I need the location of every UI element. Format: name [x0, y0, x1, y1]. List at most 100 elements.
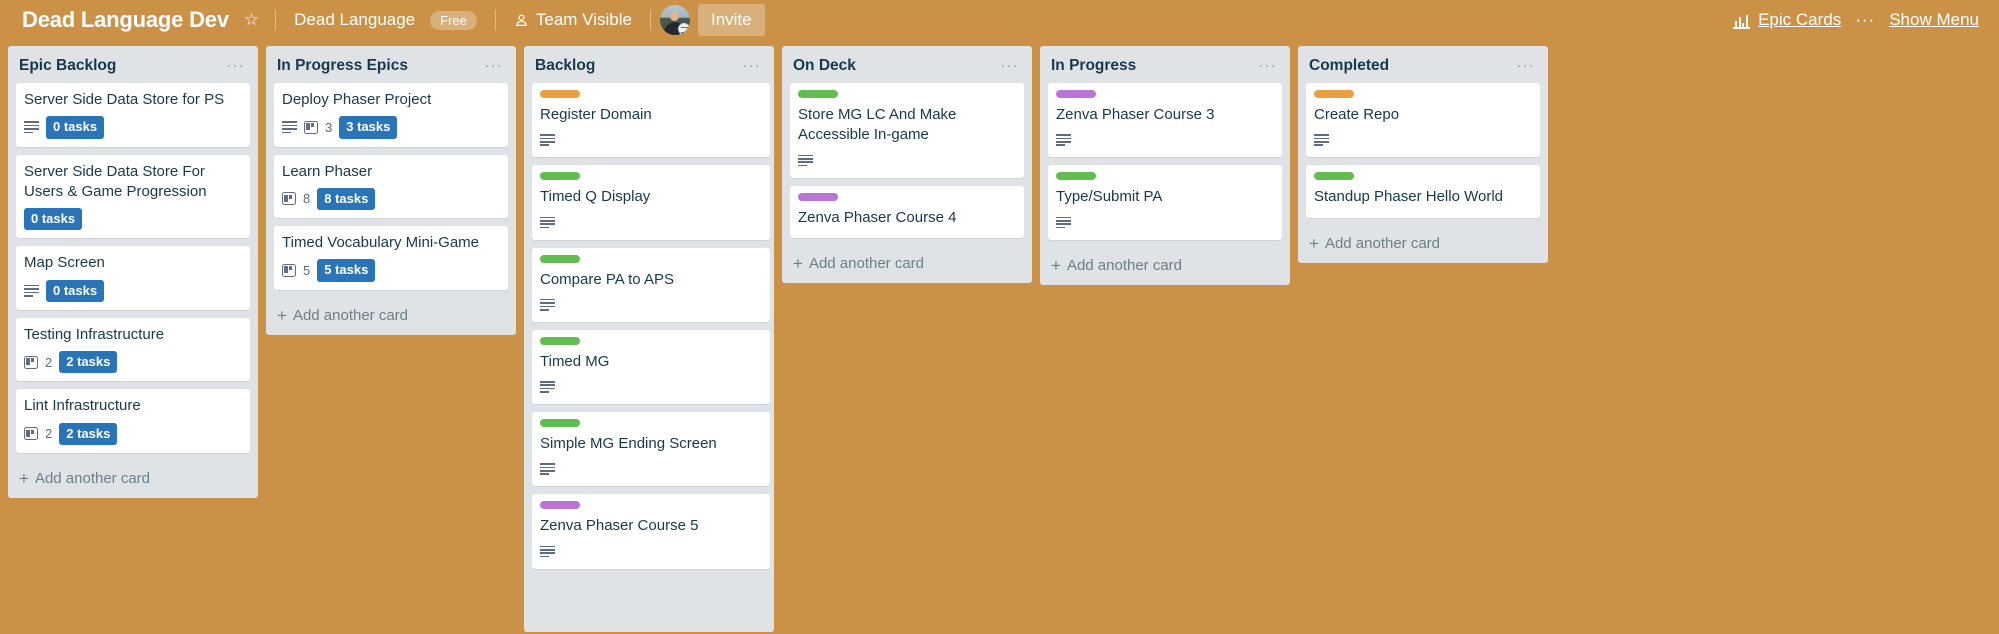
list-epic-backlog: Epic Backlog ··· Server Side Data Store fo…: [8, 46, 258, 499]
board-attachment-icon: [282, 264, 296, 278]
card-badges: [798, 152, 1016, 170]
card[interactable]: Register Domain: [532, 83, 770, 158]
avatar-head: [669, 12, 679, 21]
list-header: In Progress ···: [1040, 46, 1290, 83]
tasks-badge[interactable]: 0 tasks: [46, 279, 105, 302]
list-menu-icon[interactable]: ···: [222, 58, 249, 73]
tasks-badge[interactable]: 0 tasks: [24, 208, 83, 231]
list-menu-icon[interactable]: ···: [1512, 58, 1539, 73]
card-title: Testing Infrastructure: [24, 325, 165, 343]
list-title[interactable]: On Deck: [793, 57, 856, 74]
add-another-card-button[interactable]: + Add another card: [8, 461, 258, 498]
description-icon: [1056, 134, 1071, 147]
invite-button[interactable]: Invite: [697, 4, 765, 36]
plus-icon: +: [19, 469, 29, 489]
board-header: Dead Language Dev ☆ Dead Language Free T…: [0, 0, 1999, 40]
card-title: Simple MG Ending Screen: [540, 435, 717, 453]
card-label-green[interactable]: [540, 254, 580, 263]
add-another-card-button[interactable]: + Add another card: [1298, 226, 1548, 263]
board-title[interactable]: Dead Language Dev: [14, 3, 237, 37]
description-icon: [282, 121, 297, 134]
board-header-left: Dead Language Dev ☆ Dead Language Free T…: [14, 3, 1729, 37]
list-menu-icon[interactable]: ···: [480, 58, 507, 73]
member-avatar[interactable]: [659, 5, 690, 35]
epic-cards-button[interactable]: Epic Cards: [1729, 6, 1847, 34]
card[interactable]: Type/Submit PA: [1048, 165, 1282, 240]
card[interactable]: Learn Phaser 8 8 tasks: [274, 154, 508, 219]
card-badges: 2 2 tasks: [24, 422, 242, 446]
card-label-purple[interactable]: [798, 192, 838, 201]
card-label-green[interactable]: [540, 336, 580, 345]
tasks-badge[interactable]: 8 tasks: [317, 187, 376, 211]
tasks-badge[interactable]: 0 tasks: [46, 116, 105, 139]
card[interactable]: Zenva Phaser Course 4: [790, 185, 1024, 238]
board-attachment-count: 2: [45, 354, 53, 370]
description-icon: [540, 298, 555, 311]
list-header: Backlog ···: [524, 46, 774, 83]
card-label-green[interactable]: [540, 172, 580, 181]
add-another-card-label: Add another card: [1066, 256, 1183, 274]
card[interactable]: Compare PA to APS: [532, 247, 770, 322]
card-title: Zenva Phaser Course 4: [798, 208, 957, 226]
card-label-purple[interactable]: [540, 501, 580, 510]
card-label-green[interactable]: [1056, 172, 1096, 181]
description-icon: [540, 216, 555, 229]
card[interactable]: Standup Phaser Hello World: [1306, 165, 1540, 218]
card[interactable]: Testing Infrastructure 2 2 tasks: [16, 317, 250, 382]
team-name-button[interactable]: Dead Language Free: [285, 5, 486, 35]
list-title[interactable]: In Progress Epics: [277, 57, 408, 74]
card[interactable]: Timed Q Display: [532, 165, 770, 240]
star-board-button[interactable]: ☆: [237, 5, 266, 35]
card[interactable]: Server Side Data Store For Users & Game …: [16, 154, 250, 239]
card-title: Timed MG: [540, 352, 610, 370]
card[interactable]: Timed Vocabulary Mini-Game 5 5 tasks: [274, 226, 508, 290]
list-menu-icon[interactable]: ···: [738, 58, 765, 73]
card-label-orange[interactable]: [1314, 90, 1354, 99]
add-another-card-button[interactable]: + Add another card: [266, 298, 516, 335]
card-title: Map Screen: [24, 254, 105, 272]
card-badges: [540, 543, 762, 561]
list-title[interactable]: Backlog: [535, 57, 595, 74]
list-on-deck: On Deck ··· Store MG LC And Make Accessibl…: [782, 46, 1032, 283]
add-another-card-button[interactable]: + Add another card: [1040, 248, 1290, 285]
card-label-orange[interactable]: [540, 90, 580, 99]
card[interactable]: Simple MG Ending Screen: [532, 412, 770, 487]
show-menu-button[interactable]: Show Menu: [1883, 6, 1985, 34]
card[interactable]: Zenva Phaser Course 3: [1048, 83, 1282, 158]
visibility-button[interactable]: Team Visible: [505, 5, 641, 35]
card[interactable]: Lint Infrastructure 2 2 tasks: [16, 389, 250, 454]
list-title[interactable]: Epic Backlog: [19, 57, 116, 74]
card[interactable]: Zenva Phaser Course 5: [532, 494, 770, 569]
list-menu-icon[interactable]: ···: [996, 58, 1023, 73]
card[interactable]: Timed MG: [532, 329, 770, 405]
plus-icon: +: [1051, 255, 1061, 275]
card-label-green[interactable]: [1314, 172, 1354, 181]
card-label-green[interactable]: [540, 419, 580, 428]
card-label-purple[interactable]: [1056, 90, 1096, 99]
tasks-badge[interactable]: 2 tasks: [59, 422, 118, 446]
plus-icon: +: [1309, 233, 1319, 253]
add-another-card-button[interactable]: + Add another card: [782, 246, 1032, 283]
header-divider-3: [649, 10, 651, 30]
card-title: Create Repo: [1314, 106, 1400, 124]
list-cards[interactable]: Register Domain Timed Q Display Compare PA…: [524, 83, 774, 632]
tasks-badge[interactable]: 2 tasks: [59, 351, 118, 374]
card[interactable]: Deploy Phaser Project 3 3 tasks: [274, 83, 508, 147]
header-overflow-button[interactable]: ···: [1847, 10, 1883, 30]
tasks-badge[interactable]: 3 tasks: [339, 116, 398, 139]
card-badges: 8 8 tasks: [282, 187, 500, 211]
card[interactable]: Store MG LC And Make Accessible In-game: [790, 83, 1024, 178]
list-in-progress: In Progress ··· Zenva Phaser Course 3 Type/…: [1040, 46, 1290, 285]
list-title[interactable]: Completed: [1309, 57, 1389, 74]
card[interactable]: Server Side Data Store for PS 0 tasks: [16, 83, 250, 147]
card[interactable]: Create Repo: [1306, 83, 1540, 158]
card-badges: 2 2 tasks: [24, 351, 242, 374]
list-menu-icon[interactable]: ···: [1254, 58, 1281, 73]
tasks-badge[interactable]: 5 tasks: [317, 259, 376, 282]
card-label-green[interactable]: [798, 90, 838, 99]
description-icon: [24, 121, 39, 134]
card[interactable]: Map Screen 0 tasks: [16, 246, 250, 310]
card-badges: 3 3 tasks: [282, 116, 500, 139]
card-badges: 5 5 tasks: [282, 259, 500, 282]
list-title[interactable]: In Progress: [1051, 57, 1136, 74]
